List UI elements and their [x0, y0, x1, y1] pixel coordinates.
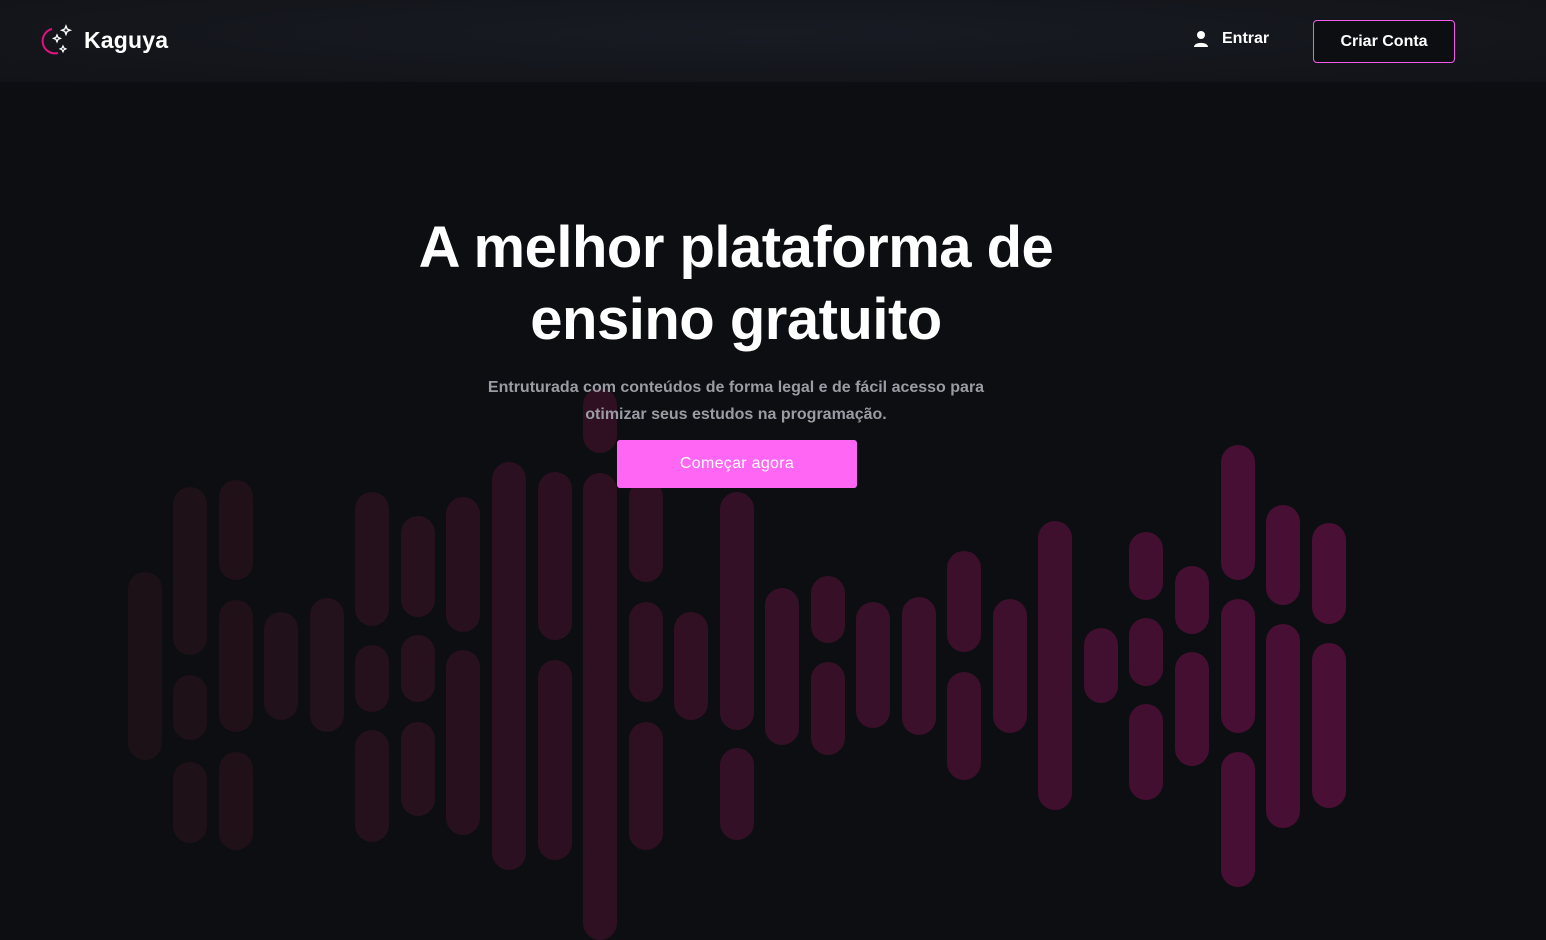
wave-bar [128, 572, 162, 760]
wave-bar [629, 722, 663, 850]
wave-bar [1175, 652, 1209, 766]
wave-bar [401, 635, 435, 702]
start-now-button[interactable]: Começar agora [617, 440, 857, 488]
wave-bar [355, 645, 389, 712]
brand-name: Kaguya [84, 26, 169, 53]
wave-bar [811, 662, 845, 755]
hero-title-line-2: ensino gratuito [530, 287, 942, 352]
wave-bar [173, 762, 207, 843]
hero-subtitle-line-1: Entruturada com conteúdos de forma legal… [487, 379, 985, 396]
landing-page: Kaguya Entrar Criar Conta A melhor plata… [0, 0, 1546, 940]
wave-bar [629, 480, 663, 582]
wave-bar [1038, 521, 1072, 810]
wave-bar [1266, 624, 1300, 828]
wave-bar [538, 472, 572, 640]
wave-bar [1129, 618, 1163, 686]
create-account-button[interactable]: Criar Conta [1313, 20, 1455, 63]
wave-bar [219, 600, 253, 732]
wave-bar [674, 612, 708, 720]
wave-bar [173, 487, 207, 655]
wave-bar [1266, 505, 1300, 605]
login-link[interactable]: Entrar [1192, 30, 1269, 48]
hero-subtitle-line-2: otimizar seus estudos na programação. [585, 406, 887, 423]
top-navbar: Kaguya Entrar Criar Conta [0, 0, 1546, 82]
wave-bar [538, 660, 572, 860]
wave-bar [355, 492, 389, 626]
wave-bar [310, 598, 344, 732]
wave-bar [811, 576, 845, 643]
wave-bar [902, 597, 936, 735]
wave-bar [629, 602, 663, 702]
wave-bar [1084, 628, 1118, 703]
wave-bar [173, 675, 207, 740]
wave-bar [492, 462, 526, 870]
login-label: Entrar [1222, 30, 1270, 47]
wave-bar [765, 588, 799, 745]
hero-section: A melhor plataforma de ensino gratuito E… [0, 212, 1472, 428]
hero-title-line-1: A melhor plataforma de [418, 215, 1054, 280]
wave-bar [401, 722, 435, 816]
wave-bar [583, 473, 617, 940]
wave-bar [264, 612, 298, 720]
wave-bar [720, 748, 754, 840]
wave-bar [993, 599, 1027, 733]
wave-bar [1312, 523, 1346, 624]
hero-subtitle: Entruturada com conteúdos de forma legal… [476, 374, 996, 428]
wave-bar [947, 672, 981, 780]
wave-bar [401, 516, 435, 617]
wave-bar [355, 730, 389, 842]
moon-stars-icon [41, 24, 73, 55]
wave-bar [947, 551, 981, 652]
wave-bar [446, 497, 480, 632]
wave-bar [1221, 445, 1255, 580]
wave-bar [1312, 643, 1346, 808]
wave-bar [1221, 599, 1255, 733]
wave-bar [856, 602, 890, 728]
wave-bar [1129, 704, 1163, 800]
wave-bar [1175, 566, 1209, 634]
wave-bar [446, 650, 480, 835]
wave-bar [720, 492, 754, 730]
brand-logo[interactable]: Kaguya [34, 22, 168, 58]
wave-bar [1221, 752, 1255, 887]
hero-title: A melhor plataforma de ensino gratuito [0, 212, 1472, 356]
wave-bar [219, 480, 253, 580]
user-icon [1194, 31, 1208, 47]
wave-bar [219, 752, 253, 850]
wave-bar [1129, 532, 1163, 600]
